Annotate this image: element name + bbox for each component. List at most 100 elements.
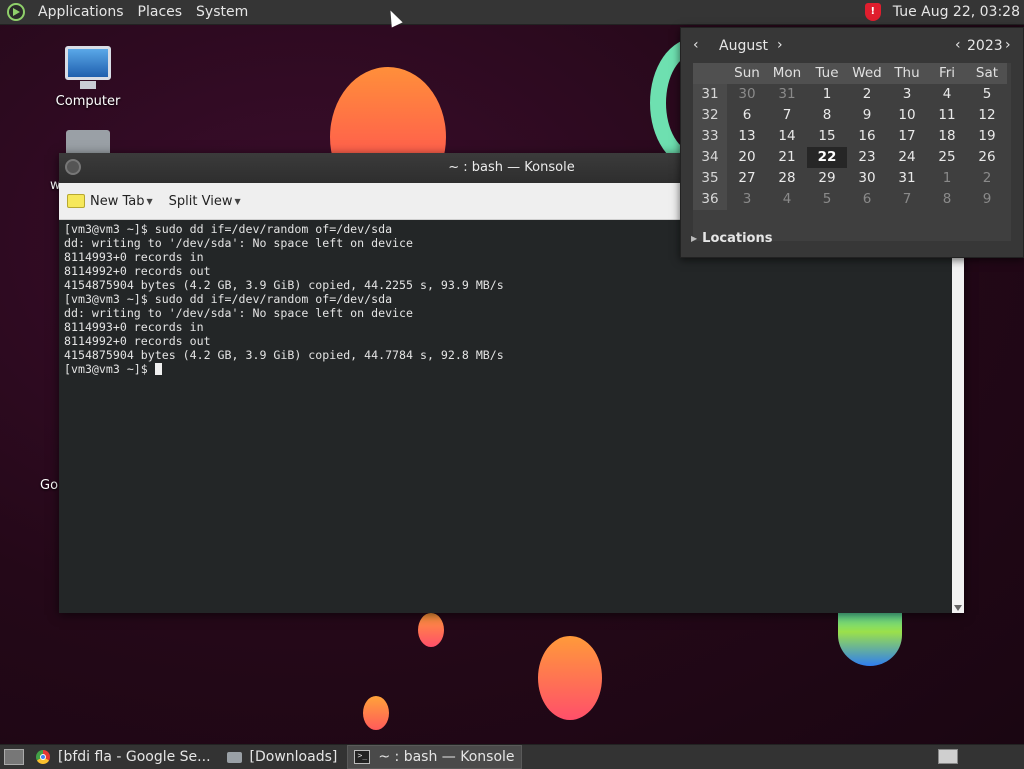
calendar-week-number: 32 bbox=[693, 105, 727, 126]
calendar-day[interactable]: 21 bbox=[767, 147, 807, 168]
calendar-week-number: 36 bbox=[693, 189, 727, 210]
calendar-week-number: 33 bbox=[693, 126, 727, 147]
next-year-icon[interactable]: › bbox=[1005, 37, 1011, 53]
calendar-day[interactable]: 30 bbox=[727, 84, 767, 105]
calendar-grid: Sun Mon Tue Wed Thu Fri Sat 31 30 31 1 2 3 4 5 32 6 7 8 9 10… bbox=[693, 63, 1011, 241]
terminal-line: 4154875904 bytes (4.2 GB, 3.9 GiB) copie… bbox=[64, 278, 504, 292]
folder-icon bbox=[226, 751, 242, 763]
new-tab-button[interactable]: New Tab ▼ bbox=[59, 183, 161, 219]
calendar-day[interactable]: 6 bbox=[847, 189, 887, 210]
calendar-day[interactable]: 9 bbox=[967, 189, 1007, 210]
calendar-day[interactable]: 19 bbox=[967, 126, 1007, 147]
calendar-weekday: Mon bbox=[767, 63, 807, 84]
terminal-line: 8114993+0 records in bbox=[64, 320, 204, 334]
terminal-line: 8114992+0 records out bbox=[64, 264, 211, 278]
workspace-switcher[interactable] bbox=[938, 749, 958, 764]
calendar-weekday: Wed bbox=[847, 63, 887, 84]
taskbar-item-downloads[interactable]: [Downloads] bbox=[221, 746, 344, 768]
calendar-day[interactable]: 31 bbox=[887, 168, 927, 189]
split-view-button[interactable]: Split View ▼ bbox=[161, 183, 249, 219]
calendar-day[interactable]: 15 bbox=[807, 126, 847, 147]
locations-expander[interactable]: ▶ Locations bbox=[691, 231, 772, 246]
desktop-icon-label: Computer bbox=[55, 94, 121, 109]
terminal-prompt: [vm3@vm3 ~]$ bbox=[64, 362, 155, 376]
terminal-line: 8114992+0 records out bbox=[64, 334, 211, 348]
calendar-corner bbox=[693, 63, 727, 84]
calendar-day[interactable]: 2 bbox=[967, 168, 1007, 189]
calendar-day[interactable]: 26 bbox=[967, 147, 1007, 168]
calendar-day[interactable]: 12 bbox=[967, 105, 1007, 126]
menu-applications[interactable]: Applications bbox=[31, 4, 131, 20]
locations-label: Locations bbox=[702, 231, 773, 246]
computer-icon bbox=[65, 46, 111, 89]
calendar-day[interactable]: 3 bbox=[727, 189, 767, 210]
calendar-month: August bbox=[719, 38, 768, 54]
new-tab-icon bbox=[67, 194, 85, 208]
distro-logo-icon[interactable] bbox=[7, 3, 25, 21]
show-desktop-icon[interactable] bbox=[4, 749, 24, 765]
security-shield-icon[interactable]: ! bbox=[864, 3, 881, 21]
taskbar-item-label: [bfdi fla - Google Se... bbox=[58, 749, 211, 765]
calendar-day-today[interactable]: 22 bbox=[807, 147, 847, 168]
calendar-day[interactable]: 23 bbox=[847, 147, 887, 168]
chevron-down-icon[interactable]: ▼ bbox=[147, 197, 153, 206]
calendar-day[interactable]: 24 bbox=[887, 147, 927, 168]
calendar-week-row: 32 6 7 8 9 10 11 12 bbox=[693, 105, 1011, 126]
scroll-down-icon[interactable] bbox=[954, 605, 962, 611]
calendar-day[interactable]: 8 bbox=[927, 189, 967, 210]
terminal-line: dd: writing to '/dev/sda': No space left… bbox=[64, 306, 414, 320]
calendar-day[interactable]: 7 bbox=[767, 105, 807, 126]
calendar-day[interactable]: 18 bbox=[927, 126, 967, 147]
taskbar-item-konsole[interactable]: >_ ~ : bash — Konsole bbox=[347, 745, 522, 769]
terminal-icon: >_ bbox=[354, 750, 371, 764]
konsole-app-icon[interactable] bbox=[65, 159, 81, 175]
calendar-day[interactable]: 2 bbox=[847, 84, 887, 105]
calendar-day[interactable]: 29 bbox=[807, 168, 847, 189]
menu-places[interactable]: Places bbox=[131, 4, 190, 20]
calendar-day[interactable]: 4 bbox=[767, 189, 807, 210]
calendar-day[interactable]: 6 bbox=[727, 105, 767, 126]
calendar-day[interactable]: 27 bbox=[727, 168, 767, 189]
calendar-day[interactable]: 5 bbox=[807, 189, 847, 210]
calendar-day[interactable]: 10 bbox=[887, 105, 927, 126]
taskbar-item-browser[interactable]: [bfdi fla - Google Se... bbox=[30, 746, 217, 768]
calendar-day[interactable]: 31 bbox=[767, 84, 807, 105]
calendar-day[interactable]: 4 bbox=[927, 84, 967, 105]
calendar-day[interactable]: 28 bbox=[767, 168, 807, 189]
taskbar-item-label: [Downloads] bbox=[249, 749, 338, 765]
calendar-day[interactable]: 13 bbox=[727, 126, 767, 147]
calendar-day[interactable]: 30 bbox=[847, 168, 887, 189]
panel-tray: ! Tue Aug 22, 03:28 bbox=[864, 0, 1020, 24]
calendar-day[interactable]: 3 bbox=[887, 84, 927, 105]
calendar-day[interactable]: 1 bbox=[807, 84, 847, 105]
desktop-icon-label-fragment: Go bbox=[40, 478, 59, 493]
taskbar-item-label: ~ : bash — Konsole bbox=[378, 749, 515, 765]
terminal-prompt-line[interactable]: [vm3@vm3 ~]$ bbox=[64, 362, 947, 376]
calendar-day[interactable]: 7 bbox=[887, 189, 927, 210]
calendar-weekday-row: Sun Mon Tue Wed Thu Fri Sat bbox=[693, 63, 1011, 84]
prev-year-icon[interactable]: ‹ bbox=[955, 37, 961, 53]
menu-system[interactable]: System bbox=[189, 4, 255, 20]
text-cursor bbox=[154, 363, 162, 375]
calendar-day[interactable]: 20 bbox=[727, 147, 767, 168]
calendar-day[interactable]: 25 bbox=[927, 147, 967, 168]
calendar-day[interactable]: 16 bbox=[847, 126, 887, 147]
calendar-day[interactable]: 17 bbox=[887, 126, 927, 147]
chevron-down-icon: ▼ bbox=[234, 196, 241, 206]
clock[interactable]: Tue Aug 22, 03:28 bbox=[893, 4, 1020, 20]
calendar-day[interactable]: 5 bbox=[967, 84, 1007, 105]
calendar-day[interactable]: 8 bbox=[807, 105, 847, 126]
terminal-scrollbar[interactable] bbox=[952, 220, 964, 613]
next-month-icon[interactable]: › bbox=[777, 37, 783, 53]
terminal-output[interactable]: [vm3@vm3 ~]$ sudo dd if=/dev/random of=/… bbox=[59, 220, 952, 613]
calendar-week-row: 33 13 14 15 16 17 18 19 bbox=[693, 126, 1011, 147]
desktop-icon-computer[interactable]: Computer bbox=[43, 46, 133, 109]
calendar-day[interactable]: 9 bbox=[847, 105, 887, 126]
calendar-day[interactable]: 1 bbox=[927, 168, 967, 189]
prev-month-icon[interactable]: ‹ bbox=[693, 37, 699, 53]
calendar-week-number: 34 bbox=[693, 147, 727, 168]
calendar-day[interactable]: 14 bbox=[767, 126, 807, 147]
expander-arrow-icon: ▶ bbox=[691, 234, 698, 243]
split-view-label: Split View bbox=[168, 193, 233, 209]
calendar-day[interactable]: 11 bbox=[927, 105, 967, 126]
